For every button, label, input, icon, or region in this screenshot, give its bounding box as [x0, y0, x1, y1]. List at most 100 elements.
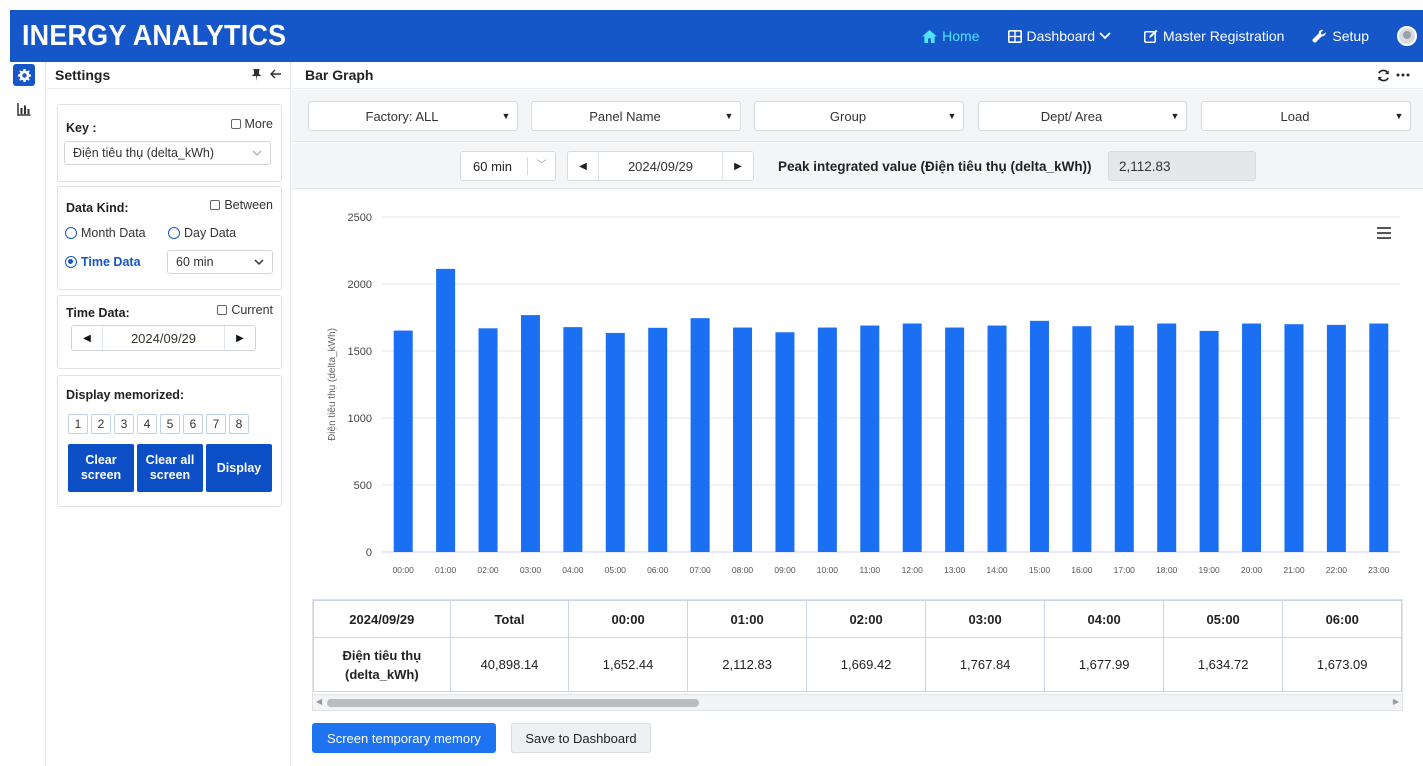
- memory-slot-1[interactable]: 1: [68, 414, 88, 434]
- y-tick-label: 2500: [348, 212, 372, 224]
- table-header-hour: 02:00: [806, 600, 926, 638]
- panel-name-filter[interactable]: Panel Name ▼: [531, 101, 741, 131]
- bar: [1326, 324, 1346, 552]
- brand-logo[interactable]: INERGY ANALYTICS: [22, 20, 286, 53]
- chart-menu-icon[interactable]: [1377, 227, 1391, 239]
- day-data-radio[interactable]: Day Data: [168, 226, 236, 240]
- nav-home[interactable]: Home: [922, 28, 980, 44]
- pin-icon[interactable]: [251, 69, 262, 81]
- x-tick-label: 06:00: [647, 565, 669, 575]
- nav-master-registration[interactable]: Master Registration: [1144, 28, 1284, 44]
- key-select[interactable]: Điện tiêu thụ (delta_kWh): [64, 141, 271, 165]
- more-checkbox[interactable]: More: [230, 117, 273, 131]
- table-cell: 1,767.84: [924, 637, 1046, 692]
- table-cell: 1,677.99: [1044, 637, 1164, 692]
- group-filter[interactable]: Group ▼: [754, 101, 964, 131]
- x-tick-label: 02:00: [477, 565, 499, 575]
- scrollbar-thumb[interactable]: [327, 699, 699, 707]
- x-tick-label: 09:00: [774, 565, 796, 575]
- x-tick-label: 16:00: [1071, 565, 1093, 575]
- nav-setup[interactable]: Setup: [1312, 28, 1369, 44]
- x-tick-label: 07:00: [689, 565, 711, 575]
- peak-label: Peak integrated value (Điện tiêu thụ (de…: [778, 159, 1092, 174]
- more-options-icon[interactable]: [1396, 73, 1410, 77]
- x-tick-label: 13:00: [944, 565, 966, 575]
- current-checkbox[interactable]: Current: [217, 303, 273, 317]
- bar: [1199, 330, 1219, 552]
- prev-date-button[interactable]: ◀: [72, 333, 102, 344]
- x-tick-label: 04:00: [562, 565, 584, 575]
- bar: [817, 327, 837, 552]
- table-cell: 1,634.72: [1162, 637, 1284, 692]
- interval-select[interactable]: 60 min: [167, 250, 273, 274]
- memory-slot-8[interactable]: 8: [229, 414, 249, 434]
- icon-strip: [10, 62, 46, 766]
- bar-chart: 0 500 1000 1500 2000 2500 Điện tiêu thụ (delta…: [327, 212, 1400, 575]
- x-tick-label: 12:00: [902, 565, 924, 575]
- radio-dot: [168, 227, 180, 239]
- clear-screen-button[interactable]: Clear screen: [68, 444, 134, 492]
- bar: [1072, 326, 1092, 552]
- main-content: Bar Graph Factory: ALL ▼ Panel Name ▼ Gr…: [292, 62, 1423, 766]
- bar: [902, 323, 922, 552]
- scroll-right-icon[interactable]: ▶: [1393, 697, 1399, 706]
- next-date-button[interactable]: ▶: [225, 333, 255, 344]
- time-data-label: Time Data: [81, 255, 141, 269]
- refresh-icon[interactable]: [1377, 69, 1390, 82]
- menu-line: [1377, 227, 1391, 229]
- edit-icon: [1144, 29, 1158, 43]
- horizontal-scrollbar[interactable]: ◀ ▶: [313, 694, 1402, 710]
- settings-date-value[interactable]: 2024/09/29: [102, 326, 225, 350]
- memory-slot-6[interactable]: 6: [183, 414, 203, 434]
- table-header-hour: 01:00: [686, 600, 808, 638]
- factory-filter[interactable]: Factory: ALL ▼: [308, 101, 518, 131]
- memory-slot-4[interactable]: 4: [137, 414, 157, 434]
- bar: [1242, 323, 1262, 552]
- chart-prev-date-button[interactable]: ◀: [568, 161, 598, 172]
- memory-slot-2[interactable]: 2: [91, 414, 111, 434]
- x-tick-label: 18:00: [1156, 565, 1178, 575]
- clear-all-screen-button[interactable]: Clear all screen: [137, 444, 203, 492]
- menu-line: [1377, 232, 1391, 234]
- chart-interval-value: 60 min: [473, 158, 513, 174]
- bar: [775, 332, 795, 552]
- chart-view-button[interactable]: [13, 98, 35, 120]
- load-filter[interactable]: Load ▼: [1201, 101, 1411, 131]
- bar: [393, 330, 413, 552]
- table-row: Điện tiêu thụ (delta_kWh) 40,898.14 1,65…: [313, 637, 1402, 692]
- bar: [520, 315, 540, 552]
- time-data-radio[interactable]: Time Data: [65, 255, 141, 269]
- caret-down-icon: ▼: [947, 111, 957, 121]
- settings-toggle-button[interactable]: [13, 64, 35, 86]
- time-data-card: Time Data: Current ◀ 2024/09/29 ▶: [57, 295, 282, 369]
- scroll-left-icon[interactable]: ◀: [316, 697, 322, 706]
- between-checkbox[interactable]: Between: [210, 198, 273, 212]
- x-tick-label: 00:00: [393, 565, 415, 575]
- chart-date-value[interactable]: 2024/09/29: [598, 152, 723, 180]
- dept-area-filter[interactable]: Dept/ Area ▼: [978, 101, 1187, 131]
- memory-slot-3[interactable]: 3: [114, 414, 134, 434]
- save-to-dashboard-button[interactable]: Save to Dashboard: [511, 723, 651, 753]
- month-data-radio[interactable]: Month Data: [65, 226, 146, 240]
- nav-dashboard[interactable]: Dashboard: [1007, 28, 1117, 44]
- bar: [945, 327, 965, 552]
- arrow-left-icon[interactable]: [270, 69, 282, 79]
- x-tick-label: 10:00: [817, 565, 839, 575]
- caret-down-icon: ▼: [1394, 111, 1404, 121]
- screen-temporary-memory-button[interactable]: Screen temporary memory: [312, 723, 496, 753]
- bar: [605, 332, 625, 552]
- chevron-down-icon: [252, 150, 262, 156]
- interval-select-value: 60 min: [176, 255, 214, 269]
- user-avatar[interactable]: [1397, 26, 1417, 46]
- display-button[interactable]: Display: [206, 444, 272, 492]
- chart-interval-select[interactable]: 60 min ﹀: [460, 151, 556, 181]
- chart-next-date-button[interactable]: ▶: [723, 161, 753, 172]
- y-tick-label: 0: [366, 547, 372, 559]
- dept-area-filter-value: Dept/ Area: [1040, 108, 1103, 124]
- table-header-row: 2024/09/29 Total 00:00 01:00 02:00 03:00…: [313, 600, 1402, 638]
- memory-slot-5[interactable]: 5: [160, 414, 180, 434]
- x-tick-label: 05:00: [605, 565, 627, 575]
- nav-dashboard-label: Dashboard: [1026, 28, 1096, 44]
- key-select-value: Điện tiêu thụ (delta_kWh): [73, 146, 215, 160]
- memory-slot-7[interactable]: 7: [206, 414, 226, 434]
